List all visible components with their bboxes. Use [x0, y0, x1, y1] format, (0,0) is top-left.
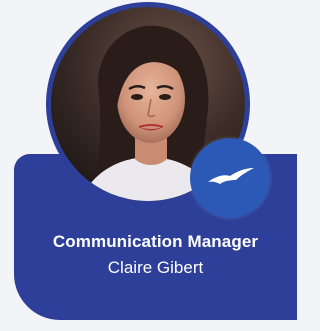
person-name: Claire Gibert [107, 258, 204, 277]
job-title: Communication Manager [52, 232, 259, 251]
seagull-icon [208, 168, 254, 184]
badge [190, 138, 270, 218]
